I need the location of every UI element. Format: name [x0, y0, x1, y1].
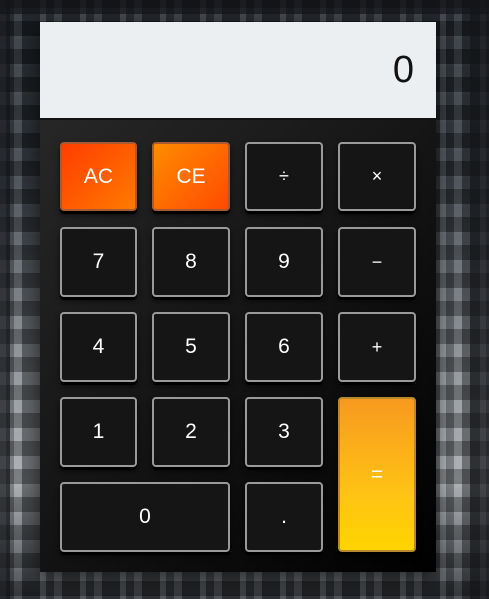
digit-7-button[interactable]: 7	[60, 227, 137, 297]
digit-3-button[interactable]: 3	[245, 397, 323, 467]
digit-6-button[interactable]: 6	[245, 312, 323, 382]
digit-0-button[interactable]: 0	[60, 482, 230, 552]
background-beam-top	[0, 0, 489, 14]
display: 0	[40, 22, 436, 120]
clear-entry-button[interactable]: CE	[152, 142, 230, 211]
digit-1-button[interactable]: 1	[60, 397, 137, 467]
digit-2-button[interactable]: 2	[152, 397, 230, 467]
add-button[interactable]: +	[338, 312, 416, 382]
display-value: 0	[392, 49, 414, 91]
subtract-button[interactable]: −	[338, 227, 416, 297]
equals-button[interactable]: =	[338, 397, 416, 552]
multiply-button[interactable]: ×	[338, 142, 416, 211]
digit-8-button[interactable]: 8	[152, 227, 230, 297]
background-beam-left	[0, 0, 10, 599]
clear-all-button[interactable]: AC	[60, 142, 137, 211]
digit-4-button[interactable]: 4	[60, 312, 137, 382]
divide-button[interactable]: ÷	[245, 142, 323, 211]
background-beam-right	[470, 0, 489, 599]
digit-5-button[interactable]: 5	[152, 312, 230, 382]
calculator: 0 AC CE ÷ × 7 8 9 − 4 5 6 + 1 2 3 = 0 .	[40, 22, 436, 572]
digit-9-button[interactable]: 9	[245, 227, 323, 297]
decimal-button[interactable]: .	[245, 482, 323, 552]
